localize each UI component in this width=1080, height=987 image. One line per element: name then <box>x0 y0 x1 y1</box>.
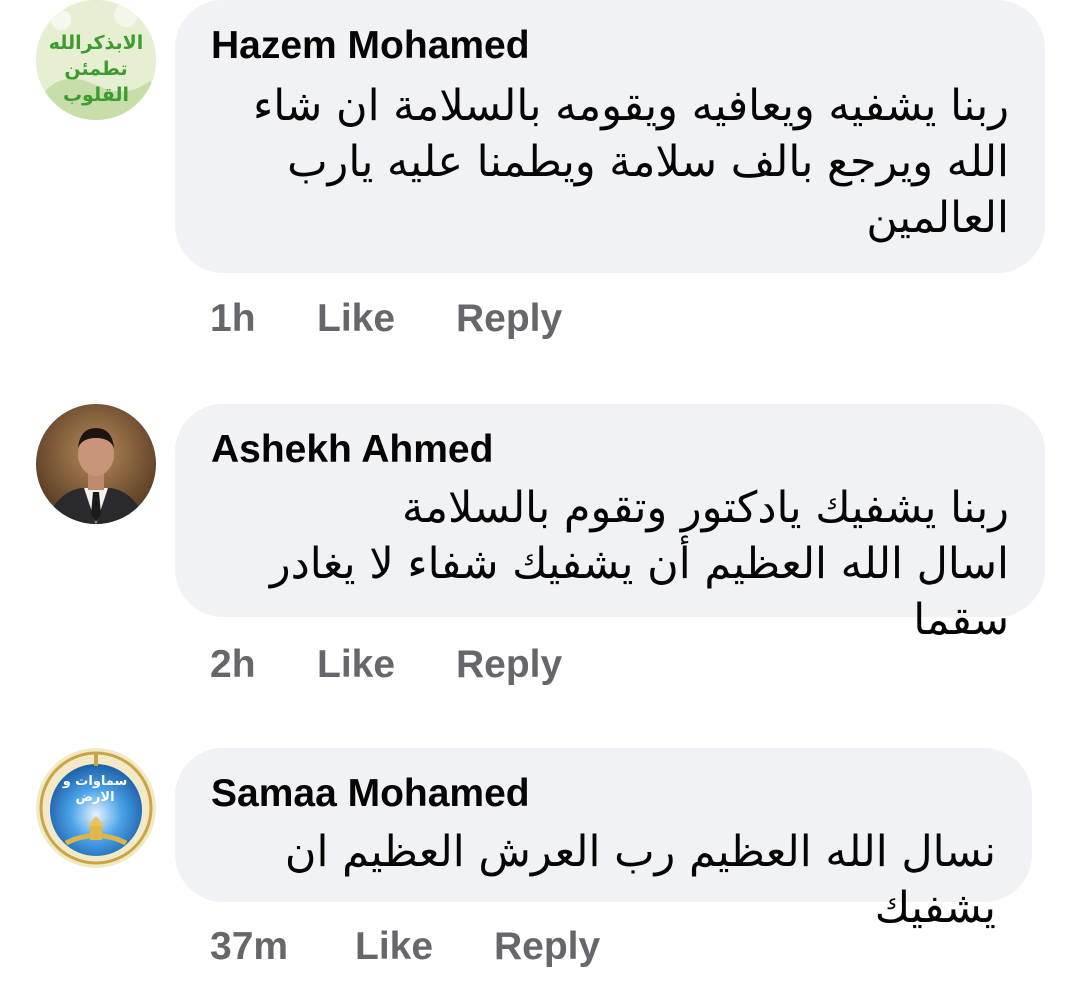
like-button[interactable]: Like <box>317 297 395 341</box>
comment-3: سماوات و الارض Samaa Mohamed نسال الله ا… <box>0 748 1080 987</box>
comment-author[interactable]: Hazem Mohamed <box>211 24 530 68</box>
comment-bubble[interactable]: Hazem Mohamed ربنا يشفيه ويعافيه ويقومه … <box>175 0 1045 273</box>
reply-button[interactable]: Reply <box>456 643 562 687</box>
avatar[interactable]: الابذكرالله تطمئن القلوب <box>36 0 156 120</box>
comment-author[interactable]: Samaa Mohamed <box>211 772 530 816</box>
reply-button[interactable]: Reply <box>456 297 562 341</box>
comment-bubble[interactable]: Samaa Mohamed نسال الله العظيم رب العرش … <box>175 748 1032 933</box>
avatar-text: الابذكرالله تطمئن القلوب <box>48 32 144 106</box>
sky-emblem-icon <box>36 748 156 868</box>
comment-text: ربنا يشفيك يادكتور وتقوم بالسلامة اسال ا… <box>269 483 1009 645</box>
avatar-text: سماوات و الارض <box>62 774 128 805</box>
comment-1: الابذكرالله تطمئن القلوب Hazem Mohamed ر… <box>0 0 1080 360</box>
comment-author[interactable]: Ashekh Ahmed <box>211 428 493 472</box>
comment-bubble[interactable]: Ashekh Ahmed ربنا يشفيك يادكتور وتقوم با… <box>175 404 1045 645</box>
comment-timestamp[interactable]: 1h <box>210 297 256 341</box>
comment-timestamp[interactable]: 2h <box>210 643 256 687</box>
person-photo-icon <box>36 404 156 524</box>
like-button[interactable]: Like <box>355 925 433 969</box>
avatar[interactable]: سماوات و الارض <box>36 748 156 868</box>
reply-button[interactable]: Reply <box>494 925 600 969</box>
comment-text: ربنا يشفيه ويعافيه ويقومه بالسلامة ان شا… <box>252 81 1009 243</box>
comment-timestamp[interactable]: 37m <box>210 925 288 969</box>
comment-2: Ashekh Ahmed ربنا يشفيك يادكتور وتقوم با… <box>0 404 1080 724</box>
like-button[interactable]: Like <box>317 643 395 687</box>
comment-text: نسال الله العظيم رب العرش العظيم ان يشفي… <box>284 827 996 933</box>
avatar[interactable] <box>36 404 156 524</box>
